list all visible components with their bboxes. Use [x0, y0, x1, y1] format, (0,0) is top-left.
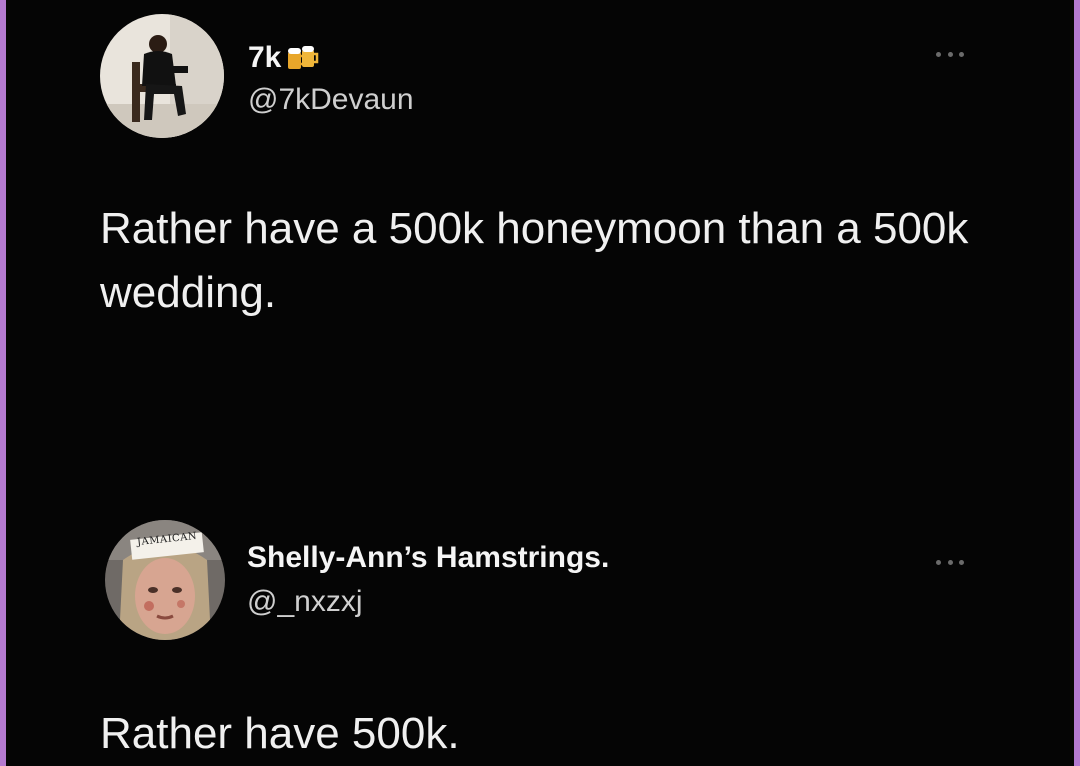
tweet-text: Rather have a 500k honeymoon than a 500k…	[100, 204, 969, 317]
handle[interactable]: @_nxzxj	[247, 585, 363, 619]
more-options-icon[interactable]	[936, 44, 964, 64]
display-name[interactable]: Shelly-Ann’s Hamstrings.	[247, 541, 609, 575]
author-name-row[interactable]: 7k	[248, 40, 319, 76]
tweet-screenshot: 7k @7kDevaun Rather have a 500k honeymoo…	[6, 0, 1074, 766]
tweet[interactable]: JAMAICAN Shelly-Ann’s Hamstrings. @_nxzx…	[6, 430, 1074, 766]
beer-mugs-icon	[288, 46, 319, 69]
more-options-icon[interactable]	[936, 552, 964, 572]
tweet-text: Rather have 500k.	[100, 709, 460, 758]
tweet[interactable]: 7k @7kDevaun Rather have a 500k honeymoo…	[6, 0, 1074, 430]
avatar[interactable]: JAMAICAN	[105, 520, 225, 640]
handle[interactable]: @7kDevaun	[248, 83, 414, 117]
display-name[interactable]: 7k	[248, 41, 281, 75]
avatar[interactable]	[100, 14, 224, 138]
avatar-photo	[100, 14, 224, 138]
